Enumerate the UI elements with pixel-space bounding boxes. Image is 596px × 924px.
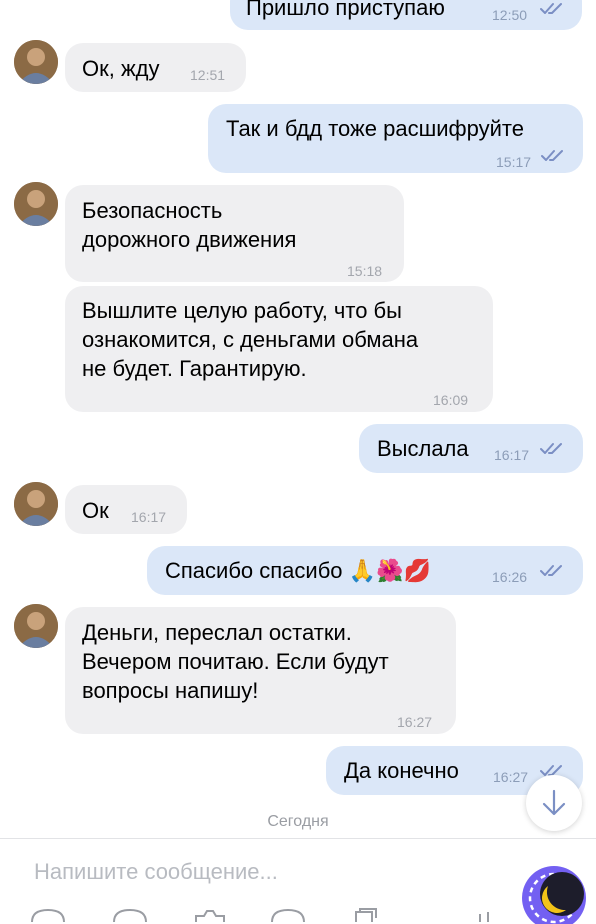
message-list[interactable]: Пришло приступаю 12:50 Ок, жду 12:51 Так…	[0, 0, 596, 840]
message-text: Спасибо спасибо 🙏🌺💋	[165, 558, 431, 583]
message-text-line: не будет. Гарантирую.	[82, 356, 307, 381]
read-ticks-icon	[540, 3, 562, 14]
message-time: 16:27	[493, 769, 529, 785]
message-incoming[interactable]: Вышлите целую работу, что бы ознакомится…	[65, 286, 493, 412]
message-outgoing[interactable]: Так и бдд тоже расшифруйте 15:17	[208, 104, 583, 173]
message-time: 16:17	[131, 509, 167, 525]
contact-avatar[interactable]	[14, 604, 58, 648]
message-text-line: ознакомится, с деньгами обмана	[82, 327, 419, 352]
message-time: 15:18	[347, 263, 383, 279]
message-text: Пришло приступаю	[246, 0, 445, 20]
arrow-down-icon	[542, 789, 566, 816]
read-ticks-icon	[540, 565, 562, 576]
message-time: 16:09	[433, 392, 469, 408]
message-time: 16:26	[492, 569, 528, 585]
message-text: Так и бдд тоже расшифруйте	[226, 116, 524, 141]
message-text: Ок	[82, 498, 109, 523]
message-text-line: Безопасность	[82, 198, 223, 223]
message-time: 16:17	[494, 447, 530, 463]
contact-avatar[interactable]	[14, 40, 58, 84]
message-outgoing[interactable]: Выслала 16:17	[359, 424, 583, 473]
message-text-line: вопросы напишу!	[82, 678, 259, 703]
message-text-line: Деньги, переслал остатки.	[82, 620, 352, 645]
message-text-line: Вышлите целую работу, что бы	[82, 298, 402, 323]
message-time: 12:51	[190, 67, 226, 83]
date-separator: Сегодня	[267, 813, 329, 830]
message-incoming[interactable]: Безопасность дорожного движения 15:18	[65, 185, 404, 282]
bot-assistant-icon[interactable]	[514, 864, 594, 924]
read-ticks-icon	[540, 443, 562, 454]
message-time: 15:17	[496, 154, 532, 170]
message-text-line: Вечером почитаю. Если будут	[82, 649, 389, 674]
read-ticks-icon	[541, 150, 563, 161]
contact-avatar[interactable]	[14, 182, 58, 226]
message-outgoing[interactable]: Спасибо спасибо 🙏🌺💋 16:26	[147, 546, 583, 595]
message-incoming[interactable]: Ок, жду 12:51	[65, 43, 246, 92]
message-time: 16:27	[397, 714, 433, 730]
message-incoming[interactable]: Деньги, переслал остатки. Вечером почита…	[65, 607, 456, 734]
message-outgoing[interactable]: Пришло приступаю 12:50	[230, 0, 582, 30]
message-time: 12:50	[492, 7, 528, 23]
message-text: Да конечно	[344, 758, 459, 783]
message-text-line: дорожного движения	[82, 227, 297, 252]
message-text: Ок, жду	[82, 56, 160, 81]
message-text: Выслала	[377, 436, 469, 461]
message-input[interactable]: Напишите сообщение...	[34, 859, 278, 885]
contact-avatar[interactable]	[14, 482, 58, 526]
message-incoming[interactable]: Ок 16:17	[65, 485, 187, 534]
scroll-to-bottom-button[interactable]	[526, 775, 582, 831]
